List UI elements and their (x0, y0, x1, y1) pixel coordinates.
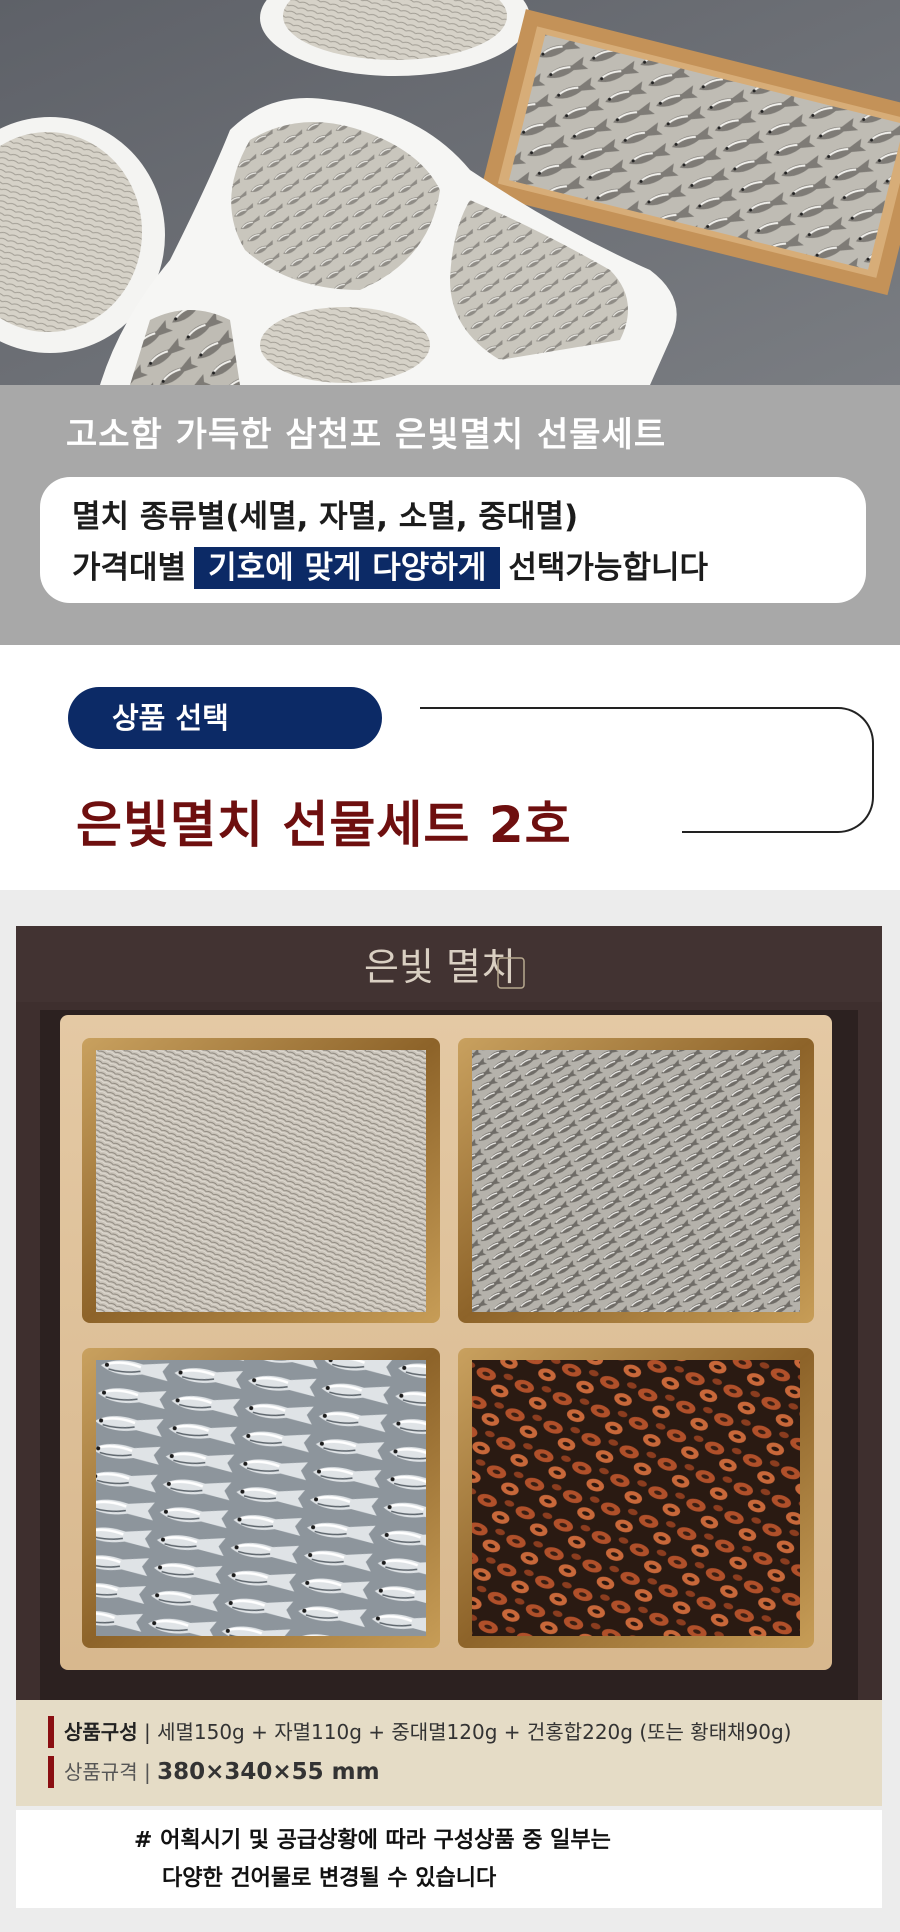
spec-composition: 상품구성 | 세멸150g + 자멸110g + 중대멸120g + 건홍합22… (64, 1716, 791, 1748)
spec-composition-label: 상품구성 (64, 1720, 138, 1744)
intro-line-types: 멸치 종류별(세멸, 자멸, 소멸, 중대멸) (72, 499, 579, 535)
intro-highlight: 기호에 맞게 다양하게 (194, 547, 501, 589)
notice-line-2: 다양한 건어물로 변경될 수 있습니다 (162, 1866, 497, 1891)
notice-line-1: # 어획시기 및 공급상황에 따라 구성상품 중 일부는 (134, 1828, 611, 1853)
spec-composition-value: 세멸150g + 자멸110g + 중대멸120g + 건홍합220g (또는 … (157, 1720, 792, 1744)
intro-banner: 고소함 가득한 삼천포 은빛멸치 선물세트 멸치 종류별(세멸, 자멸, 소멸,… (0, 385, 900, 645)
spec-size: 상품규격 | 380×340×55 mm (64, 1756, 380, 1788)
intro-line2-prefix: 가격대별 (72, 550, 187, 586)
intro-description-box: 멸치 종류별(세멸, 자멸, 소멸, 중대멸) 가격대별 기호에 맞게 다양하게 선… (40, 477, 866, 603)
notice-box: # 어획시기 및 공급상황에 따라 구성상품 중 일부는 다양한 건어물로 변경… (16, 1810, 882, 1908)
product-select-section: 상품 선택 은빛멸치 선물세트 2호 (0, 645, 900, 890)
spec-marker (48, 1756, 54, 1788)
product-spec-strip: 상품구성 | 세멸150g + 자멸110g + 중대멸120g + 건홍합22… (16, 1700, 882, 1806)
product-name: 은빛멸치 선물세트 2호 (76, 796, 572, 854)
box-lid-text: 은빛 멸치 (364, 945, 516, 989)
intro-title: 고소함 가득한 삼천포 은빛멸치 선물세트 (66, 415, 667, 455)
spec-separator: | (143, 1760, 151, 1784)
hero-photo (0, 0, 900, 385)
spec-marker (48, 1716, 54, 1748)
dried-anchovy-bowls-image (0, 0, 900, 385)
spec-size-value: 380×340×55 mm (157, 1759, 380, 1785)
intro-line-price: 가격대별 기호에 맞게 다양하게 선택가능합니다 (72, 542, 708, 589)
spec-size-label: 상품규격 (64, 1760, 138, 1784)
intro-line2-suffix: 선택가능합니다 (508, 550, 708, 586)
spec-separator: | (143, 1720, 151, 1744)
product-select-badge: 상품 선택 (68, 687, 382, 749)
